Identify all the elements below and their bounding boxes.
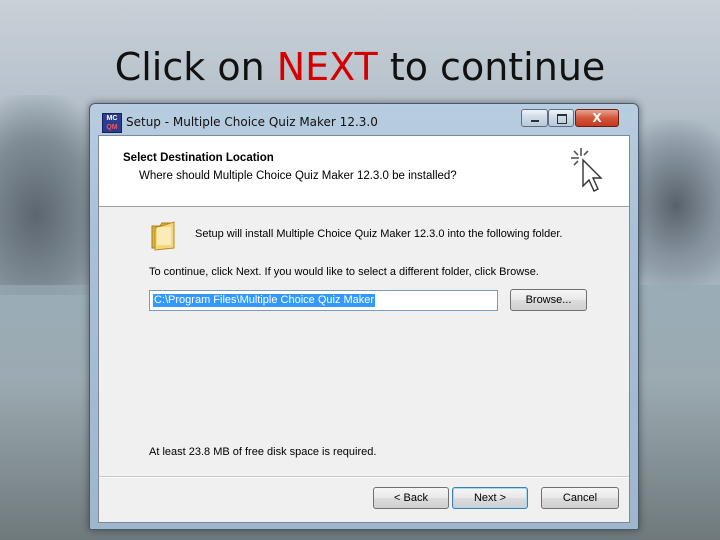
app-icon-text-bottom: QM [106, 124, 118, 131]
destination-path-input[interactable]: C:\Program Files\Multiple Choice Quiz Ma… [149, 290, 498, 311]
setup-window: MC QM Setup - Multiple Choice Quiz Maker… [89, 103, 639, 530]
window-client-area: Select Destination Location Where should… [98, 135, 630, 523]
slide-title-prefix: Click on [114, 45, 277, 89]
window-titlebar[interactable]: MC QM Setup - Multiple Choice Quiz Maker… [90, 104, 638, 138]
slide-title-suffix: to continue [377, 45, 606, 89]
minimize-button[interactable] [521, 109, 548, 127]
back-button[interactable]: < Back [373, 487, 449, 509]
footer-divider [99, 476, 629, 478]
close-icon: X [592, 111, 602, 125]
app-icon[interactable]: MC QM [102, 113, 122, 133]
page-subtitle: Where should Multiple Choice Quiz Maker … [139, 170, 457, 182]
window-title: Setup - Multiple Choice Quiz Maker 12.3.… [126, 115, 378, 129]
folder-icon [151, 221, 175, 251]
browse-button[interactable]: Browse... [510, 289, 587, 311]
slide-title: Click on NEXT to continue [0, 42, 720, 92]
wizard-cursor-icon [571, 148, 603, 192]
app-icon-text-top: MC [106, 115, 118, 122]
page-title: Select Destination Location [123, 152, 274, 164]
install-info-text: Setup will install Multiple Choice Quiz … [195, 228, 563, 240]
next-button[interactable]: Next > [452, 487, 528, 509]
cancel-button[interactable]: Cancel [541, 487, 619, 509]
slide-title-highlight: NEXT [276, 45, 378, 89]
close-button[interactable]: X [575, 109, 619, 127]
wizard-header: Select Destination Location Where should… [99, 136, 629, 207]
destination-path-value: C:\Program Files\Multiple Choice Quiz Ma… [153, 294, 376, 307]
disk-space-text: At least 23.8 MB of free disk space is r… [149, 446, 377, 458]
maximize-button[interactable] [548, 109, 574, 127]
continue-instructions-text: To continue, click Next. If you would li… [149, 266, 539, 278]
